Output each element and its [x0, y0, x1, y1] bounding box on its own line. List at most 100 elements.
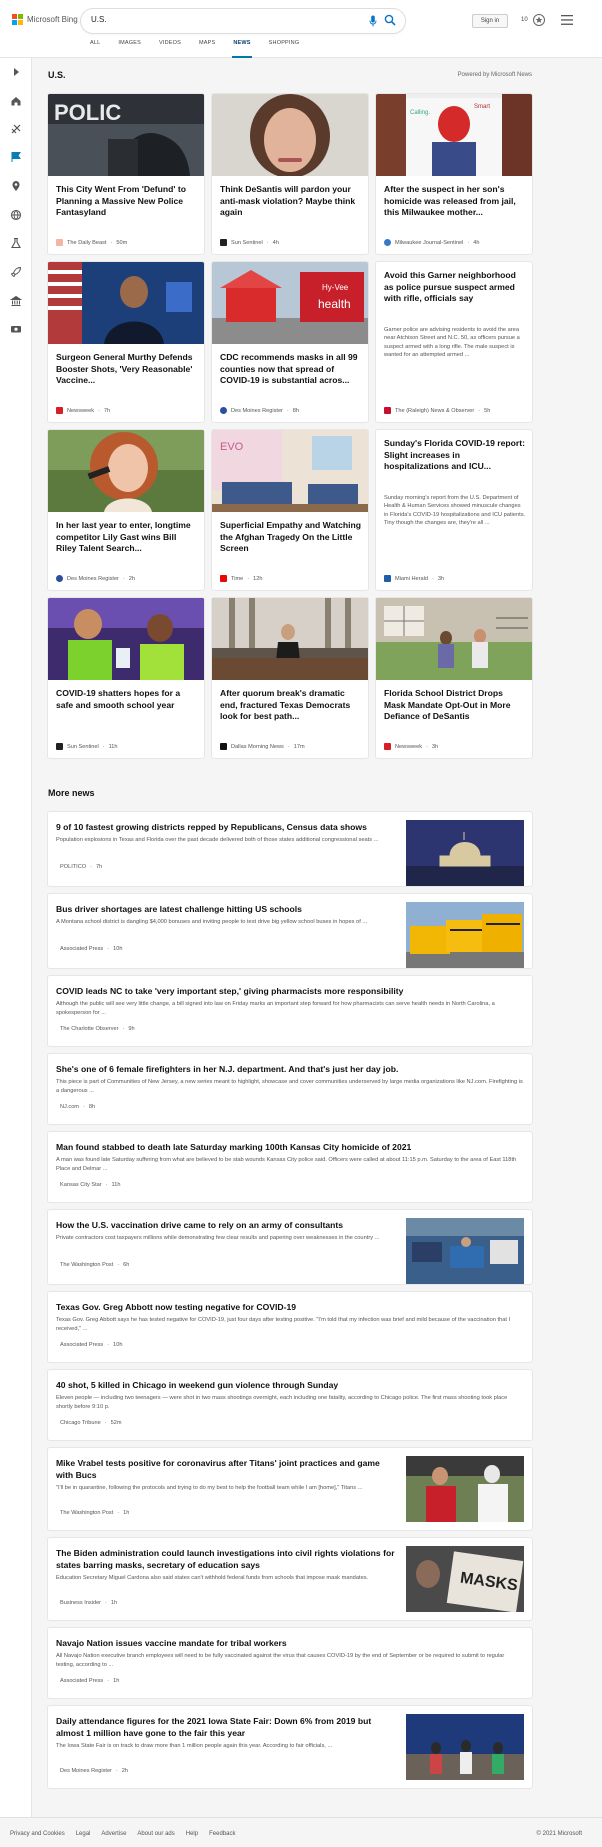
list-item-title[interactable]: Daily attendance figures for the 2021 Io…	[56, 1716, 396, 1739]
bing-logo[interactable]: Microsoft Bing	[12, 14, 78, 25]
news-list-item[interactable]: Navajo Nation issues vaccine mandate for…	[48, 1628, 532, 1698]
list-item-source[interactable]: Business Insider · 1h	[56, 1600, 117, 1606]
card-source[interactable]: The Daily Beast · 50m	[56, 239, 127, 246]
hyvee-health-tent-image[interactable]: Hy-Vee health	[212, 262, 368, 344]
home-icon[interactable]	[10, 95, 22, 107]
list-item-source[interactable]: Chicago Tribune · 52m	[56, 1420, 122, 1426]
vaccination-site-image[interactable]	[406, 1218, 524, 1284]
government-icon[interactable]	[10, 295, 22, 307]
list-item-source[interactable]: The Washington Post · 1h	[56, 1510, 129, 1516]
list-item-title[interactable]: The Biden administration could launch in…	[56, 1548, 396, 1571]
mugshot-woman-image[interactable]	[212, 94, 368, 176]
rocket-icon[interactable]	[10, 266, 22, 278]
news-card[interactable]: Hy-Vee health CDC recommends masks in al…	[212, 262, 368, 422]
news-list-item[interactable]: She's one of 6 female firefighters in he…	[48, 1054, 532, 1124]
news-card[interactable]: Avoid this Garner neighborhood as police…	[376, 262, 532, 422]
card-title[interactable]: After the suspect in her son's homicide …	[384, 184, 526, 219]
footer-link-feedback[interactable]: Feedback	[209, 1831, 235, 1837]
location-icon[interactable]	[10, 180, 22, 192]
card-title[interactable]: CDC recommends masks in all 99 counties …	[220, 352, 362, 387]
news-list-item[interactable]: 9 of 10 fastest growing districts repped…	[48, 812, 532, 886]
capitol-image[interactable]	[406, 820, 524, 886]
card-title[interactable]: Superficial Empathy and Watching the Afg…	[220, 520, 362, 555]
powered-by-label[interactable]: Powered by Microsoft News	[458, 72, 532, 78]
card-source[interactable]: Dallas Morning News · 17m	[220, 743, 305, 750]
card-source[interactable]: Newsweek · 7h	[56, 407, 110, 414]
masks-sign-image[interactable]: MASKS	[406, 1546, 524, 1612]
list-item-title[interactable]: COVID leads NC to take 'very important s…	[56, 986, 524, 998]
sign-in-button[interactable]: Sign in	[472, 14, 508, 28]
list-item-title[interactable]: Bus driver shortages are latest challeng…	[56, 904, 396, 916]
school-students-image[interactable]	[376, 598, 532, 680]
footer-link-legal[interactable]: Legal	[76, 1831, 91, 1837]
card-source[interactable]: Miami Herald · 3h	[384, 575, 444, 582]
police-riot-gear-image[interactable]: POLIC	[48, 94, 204, 176]
card-title[interactable]: This City Went From 'Defund' to Planning…	[56, 184, 198, 219]
news-card[interactable]: Calling. Smart After the suspect in her …	[376, 94, 532, 254]
tab-maps[interactable]: MAPS	[190, 40, 224, 58]
card-source[interactable]: Des Moines Register · 2h	[56, 575, 135, 582]
card-title[interactable]: After quorum break's dramatic end, fract…	[220, 688, 362, 723]
news-card[interactable]: Surgeon General Murthy Defends Booster S…	[48, 262, 204, 422]
footer-link-help[interactable]: Help	[186, 1831, 198, 1837]
expand-icon[interactable]	[10, 66, 22, 78]
news-card[interactable]: EVO Superficial Empathy and Watching the…	[212, 430, 368, 590]
science-icon[interactable]	[10, 237, 22, 249]
card-title[interactable]: In her last year to enter, longtime comp…	[56, 520, 198, 555]
list-item-source[interactable]: POLITICO · 7h	[56, 864, 102, 870]
school-buses-image[interactable]	[406, 902, 524, 968]
tab-shopping[interactable]: SHOPPING	[260, 40, 309, 58]
living-room-image[interactable]: EVO	[212, 430, 368, 512]
card-title[interactable]: COVID-19 shatters hopes for a safe and s…	[56, 688, 198, 711]
search-box[interactable]: U.S.	[81, 9, 405, 33]
card-source[interactable]: The (Raleigh) News & Observer · 5h	[384, 407, 490, 414]
news-card[interactable]: Florida School District Drops Mask Manda…	[376, 598, 532, 758]
news-card[interactable]: Sunday's Florida COVID-19 report: Slight…	[376, 430, 532, 590]
news-list-item[interactable]: The Biden administration could launch in…	[48, 1538, 532, 1620]
card-source[interactable]: Time · 12h	[220, 575, 262, 582]
search-input[interactable]: U.S.	[91, 15, 107, 24]
list-item-source[interactable]: Kansas City Star · 11h	[56, 1182, 120, 1188]
surgeon-general-image[interactable]	[48, 262, 204, 344]
menu-icon[interactable]	[561, 15, 573, 25]
texas-chamber-image[interactable]	[212, 598, 368, 680]
news-card[interactable]: In her last year to enter, longtime comp…	[48, 430, 204, 590]
search-icon[interactable]	[384, 14, 396, 26]
football-coach-image[interactable]	[406, 1456, 524, 1522]
list-item-title[interactable]: 40 shot, 5 killed in Chicago in weekend …	[56, 1380, 524, 1392]
list-item-title[interactable]: 9 of 10 fastest growing districts repped…	[56, 822, 396, 834]
news-list-item[interactable]: COVID leads NC to take 'very important s…	[48, 976, 532, 1046]
homicide-victim-image[interactable]: Calling. Smart	[376, 94, 532, 176]
tab-all[interactable]: ALL	[81, 40, 109, 58]
tab-videos[interactable]: VIDEOS	[150, 40, 190, 58]
list-item-title[interactable]: Man found stabbed to death late Saturday…	[56, 1142, 524, 1154]
list-item-source[interactable]: Des Moines Register · 2h	[56, 1768, 128, 1774]
card-title[interactable]: Avoid this Garner neighborhood as police…	[384, 270, 526, 305]
news-card[interactable]: POLIC This City Went From 'Defund' to Pl…	[48, 94, 204, 254]
card-source[interactable]: Sun Sentinel · 4h	[220, 239, 279, 246]
list-item-source[interactable]: Associated Press · 1h	[56, 1678, 119, 1684]
list-item-title[interactable]: How the U.S. vaccination drive came to r…	[56, 1220, 396, 1232]
news-list-item[interactable]: Mike Vrabel tests positive for coronavir…	[48, 1448, 532, 1530]
children-science-image[interactable]	[48, 598, 204, 680]
footer-link-about-ads[interactable]: About our ads	[137, 1831, 174, 1837]
list-item-title[interactable]: Navajo Nation issues vaccine mandate for…	[56, 1638, 524, 1650]
money-icon[interactable]	[10, 323, 22, 335]
card-title[interactable]: Florida School District Drops Mask Manda…	[384, 688, 526, 723]
list-item-source[interactable]: NJ.com · 8h	[56, 1104, 95, 1110]
footer-link-privacy[interactable]: Privacy and Cookies	[10, 1831, 65, 1837]
card-title[interactable]: Sunday's Florida COVID-19 report: Slight…	[384, 438, 526, 473]
news-list-item[interactable]: Man found stabbed to death late Saturday…	[48, 1132, 532, 1202]
discover-icon[interactable]	[10, 123, 22, 135]
news-list-item[interactable]: Bus driver shortages are latest challeng…	[48, 894, 532, 968]
card-source[interactable]: Sun Sentinel · 11h	[56, 743, 118, 750]
rewards-count[interactable]: 10	[521, 17, 528, 23]
news-list-item[interactable]: Texas Gov. Greg Abbott now testing negat…	[48, 1292, 532, 1362]
card-title[interactable]: Surgeon General Murthy Defends Booster S…	[56, 352, 198, 387]
tab-news[interactable]: NEWS	[224, 40, 259, 58]
news-card[interactable]: After quorum break's dramatic end, fract…	[212, 598, 368, 758]
news-card[interactable]: Think DeSantis will pardon your anti-mas…	[212, 94, 368, 254]
list-item-source[interactable]: Associated Press · 10h	[56, 946, 122, 952]
state-fair-crowd-image[interactable]	[406, 1714, 524, 1780]
singer-image[interactable]	[48, 430, 204, 512]
